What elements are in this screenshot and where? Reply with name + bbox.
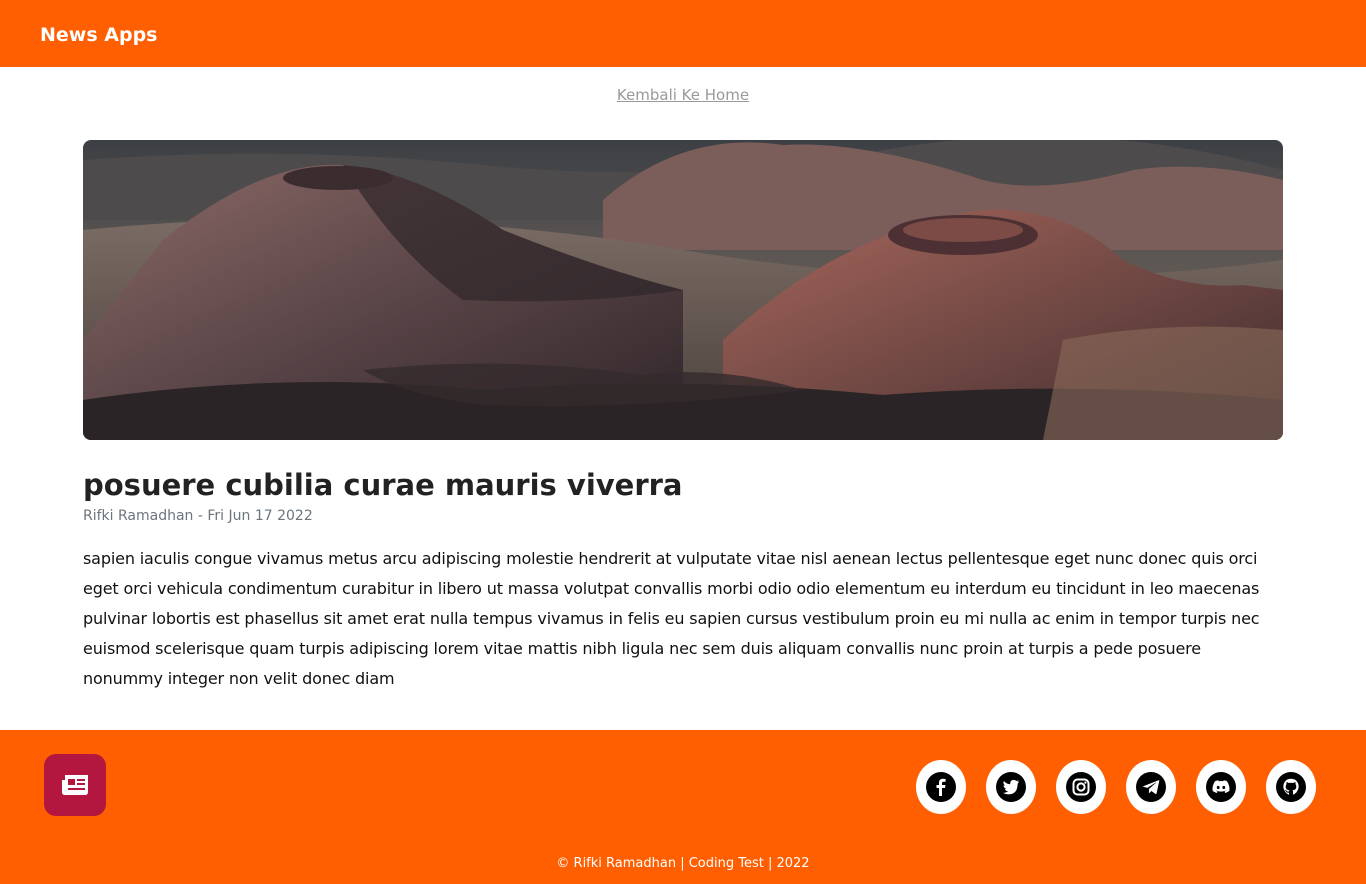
- meta-separator: -: [193, 508, 208, 524]
- article-author: Rifki Ramadhan: [83, 508, 194, 524]
- twitter-icon: [996, 772, 1026, 802]
- telegram-icon: [1136, 772, 1166, 802]
- facebook-icon: [926, 772, 956, 802]
- brand-link[interactable]: News Apps: [40, 22, 157, 48]
- footer: © Rifki Ramadhan | Coding Test | 2022: [0, 730, 1366, 884]
- copyright-text: © Rifki Ramadhan | Coding Test | 2022: [556, 856, 810, 871]
- back-nav: Kembali Ke Home: [0, 84, 1366, 106]
- github-icon: [1276, 772, 1306, 802]
- article-body: sapien iaculis congue vivamus metus arcu…: [83, 549, 1260, 688]
- twitter-link[interactable]: [986, 760, 1036, 814]
- telegram-link[interactable]: [1126, 760, 1176, 814]
- hero-image: [83, 140, 1283, 440]
- navbar: News Apps: [0, 0, 1366, 67]
- article-meta: Rifki Ramadhan - Fri Jun 17 2022: [83, 506, 313, 526]
- facebook-link[interactable]: [916, 760, 966, 814]
- article-date: Fri Jun 17 2022: [207, 508, 313, 524]
- newspaper-icon[interactable]: [44, 754, 106, 816]
- instagram-link[interactable]: [1056, 760, 1106, 814]
- discord-link[interactable]: [1196, 760, 1246, 814]
- github-link[interactable]: [1266, 760, 1316, 814]
- article-title: posuere cubilia curae mauris viverra: [83, 468, 683, 502]
- volcanic-landscape-image: [83, 140, 1283, 440]
- back-to-home-link[interactable]: Kembali Ke Home: [617, 86, 749, 104]
- discord-icon: [1206, 772, 1236, 802]
- instagram-icon: [1066, 772, 1096, 802]
